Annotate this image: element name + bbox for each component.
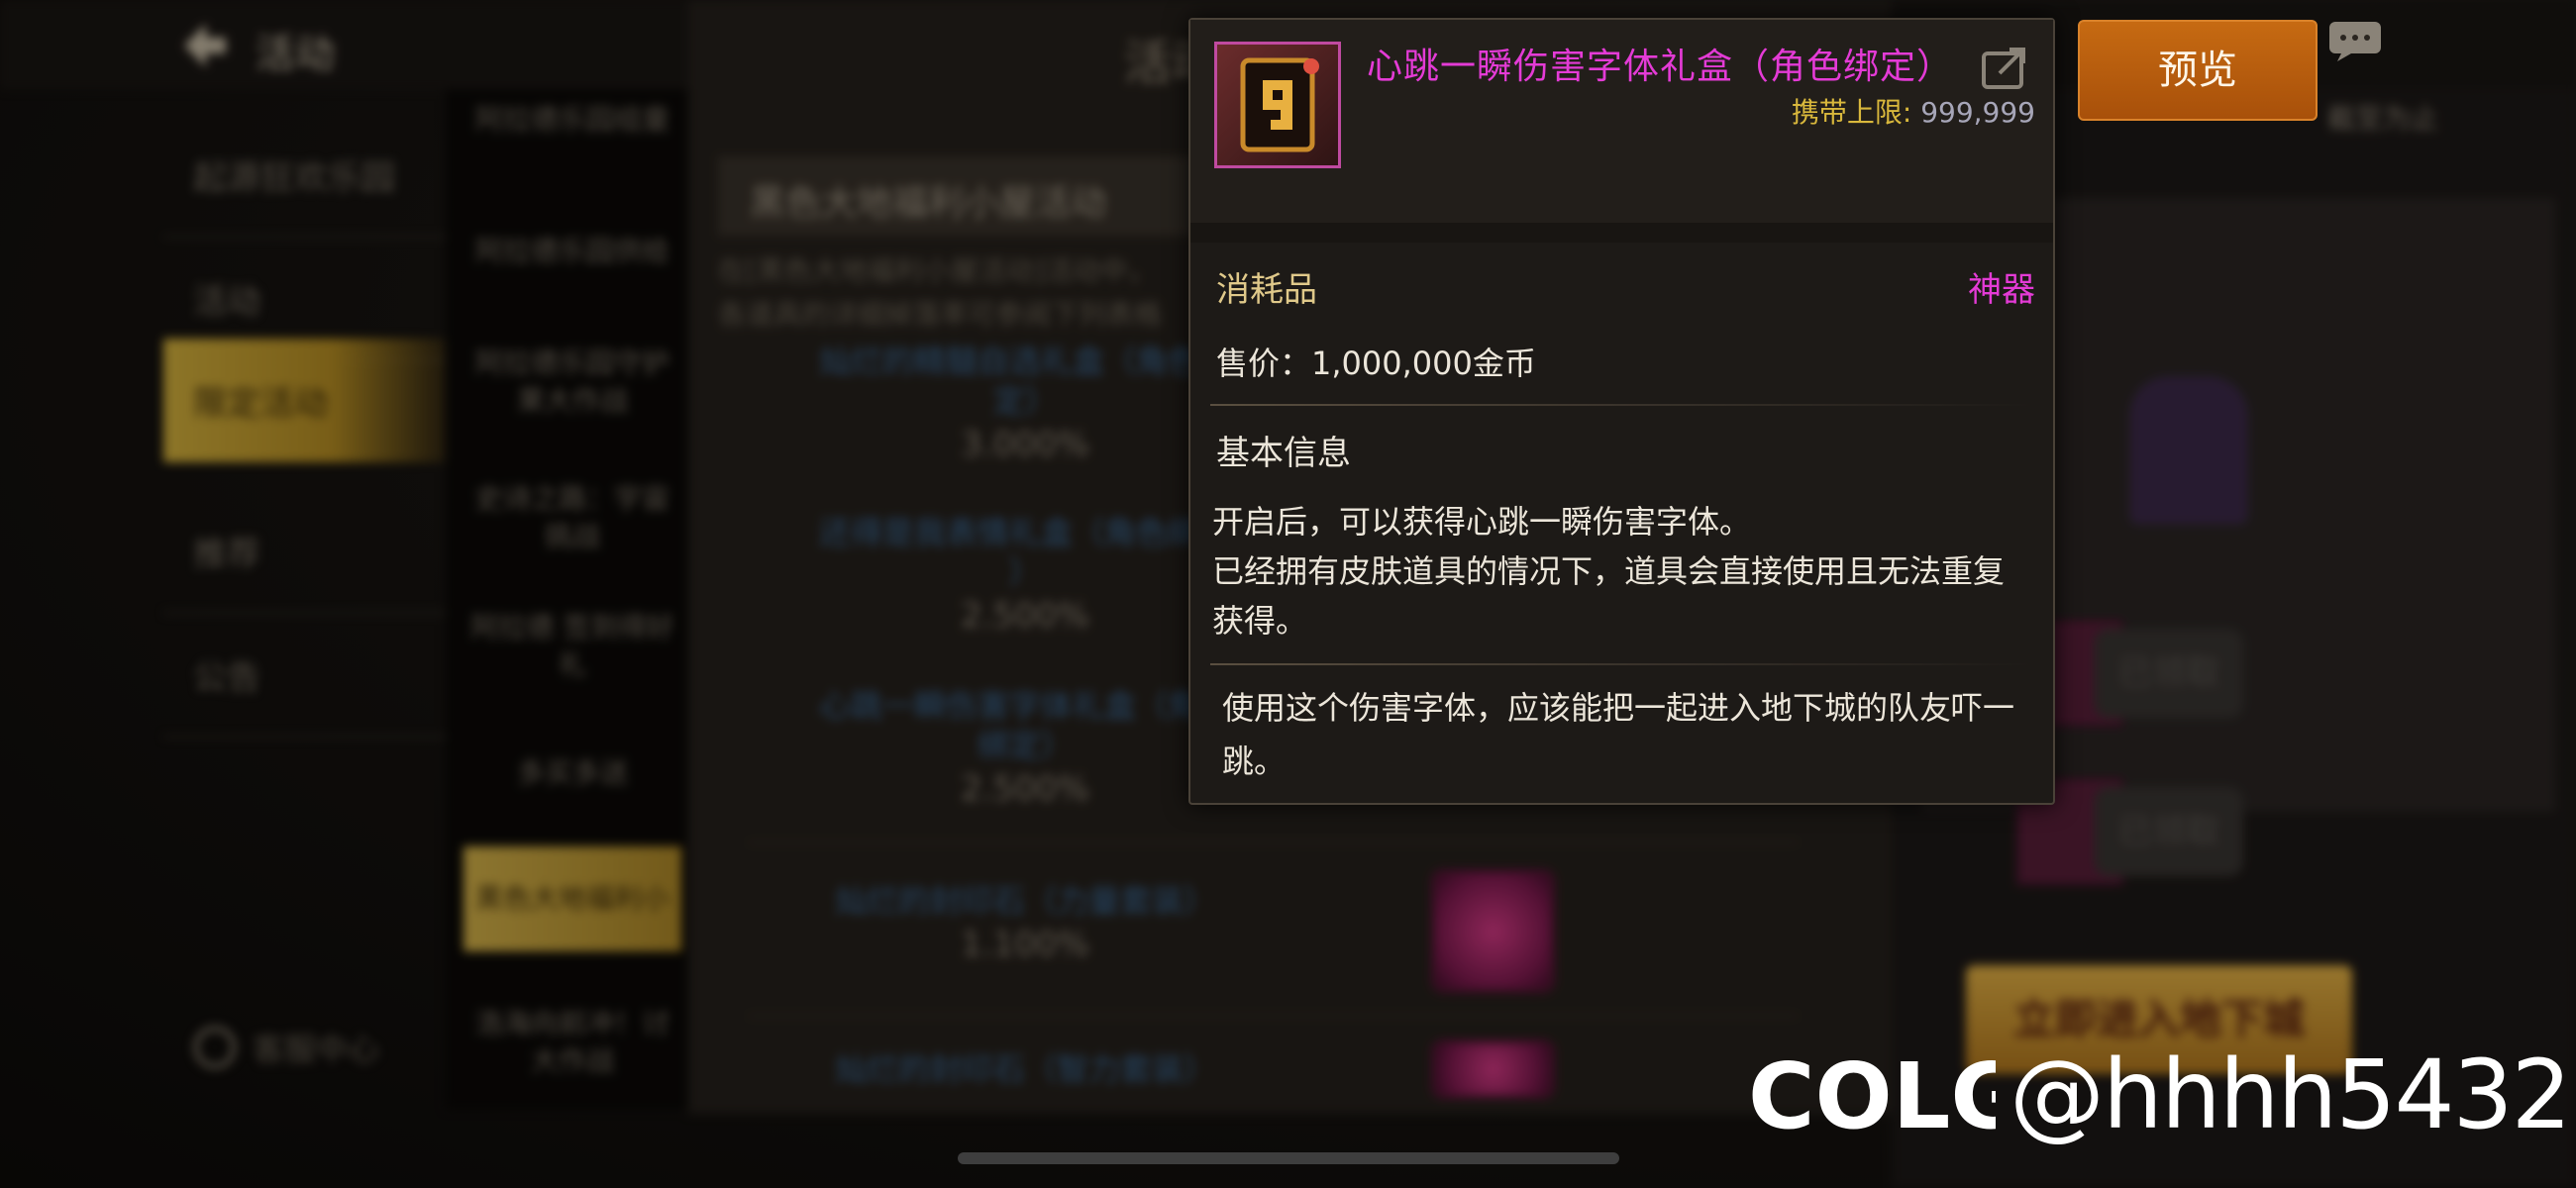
home-indicator[interactable]: [958, 1152, 1619, 1164]
tooltip-header: 心跳一瞬伤害字体礼盒（角色绑定） 携带上限: 999,999: [1190, 20, 2053, 223]
chat-icon[interactable]: [2327, 20, 2383, 63]
flavor-text: 使用这个伤害字体，应该能把一起进入地下城的队友吓一跳。: [1222, 689, 2015, 780]
item-description: 开启后，可以获得心跳一瞬伤害字体。 已经拥有皮肤道具的情况下，道具会直接使用且无…: [1212, 503, 2006, 640]
preview-button[interactable]: 预览: [2078, 20, 2318, 121]
item-type: 消耗品: [1216, 270, 1317, 310]
item-price: 售价：1,000,000金币: [1216, 345, 1536, 382]
divider: [1210, 404, 2032, 406]
item-name: 心跳一瞬伤害字体礼盒（角色绑定）: [1367, 47, 1954, 87]
share-icon[interactable]: [1978, 42, 2031, 95]
tooltip-header-strip: [1190, 223, 2053, 243]
basic-info-title: 基本信息: [1216, 434, 1351, 473]
watermark-handle: @hhhh5432: [2009, 1040, 2572, 1150]
item-glyph-icon: [1240, 57, 1319, 152]
item-tooltip: 心跳一瞬伤害字体礼盒（角色绑定） 携带上限: 999,999 消耗品 神器 售价…: [1188, 18, 2055, 805]
colg-logo-icon: COLG: [1748, 1043, 1996, 1149]
divider: [1210, 663, 2032, 665]
svg-text:COLG: COLG: [1748, 1043, 1996, 1149]
watermark: COLG @hhhh5432: [1748, 1040, 2572, 1150]
damage-font-9-icon: [1214, 42, 1341, 168]
carry-limit: 携带上限: 999,999: [1791, 96, 2035, 129]
item-rarity: 神器: [1968, 270, 2035, 310]
